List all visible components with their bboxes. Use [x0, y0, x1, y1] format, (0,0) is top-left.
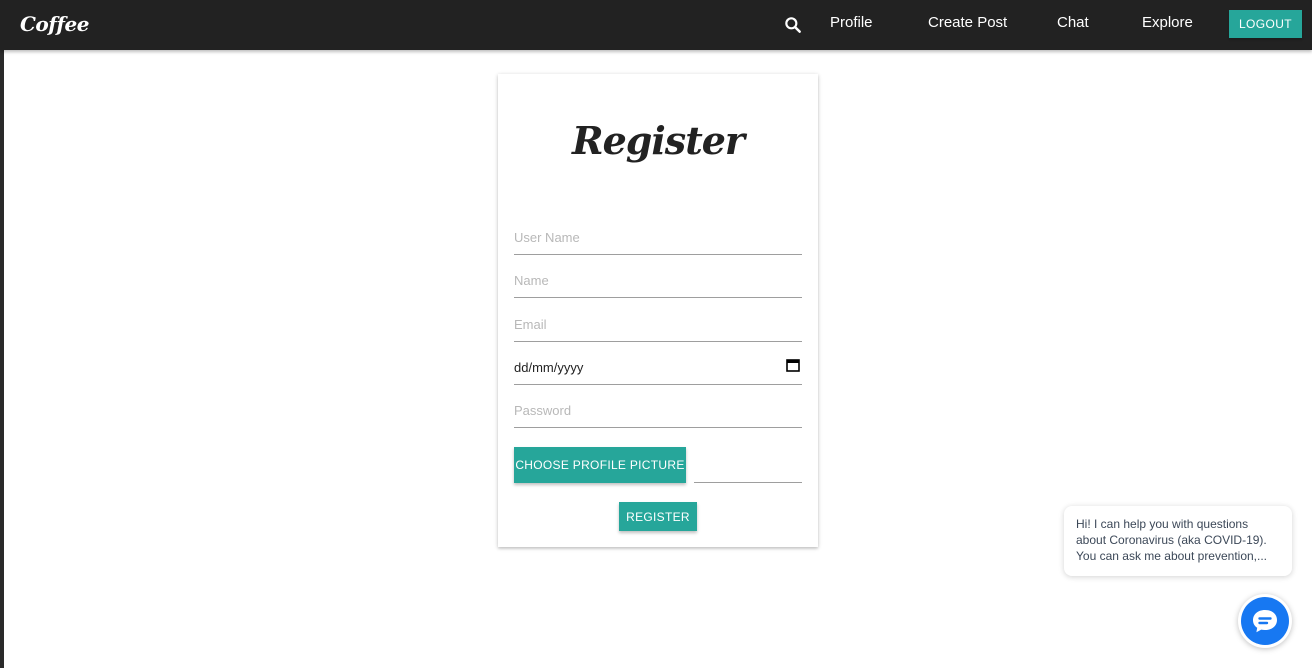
username-input[interactable]	[514, 215, 802, 254]
chat-widget-message[interactable]: Hi! I can help you with questions about …	[1064, 506, 1292, 576]
brand-logo[interactable]: Coffee	[20, 12, 89, 36]
username-field-wrapper	[514, 215, 802, 255]
chat-widget-text: Hi! I can help you with questions about …	[1076, 517, 1268, 563]
nav-link-chat[interactable]: Chat	[1057, 14, 1089, 31]
register-button[interactable]: Register	[619, 502, 697, 531]
logout-button[interactable]: Logout	[1229, 10, 1302, 38]
date-of-birth-field[interactable]: dd/mm/yyyy	[514, 345, 802, 385]
left-edge-strip	[0, 50, 4, 668]
date-input-value: dd/mm/yyyy	[514, 360, 584, 375]
email-input[interactable]	[514, 302, 802, 341]
chat-bubble-icon	[1253, 610, 1277, 633]
page-title: Register	[572, 118, 745, 163]
name-field-wrapper	[514, 258, 802, 298]
password-field-wrapper	[514, 388, 802, 428]
chat-widget-button-face	[1241, 597, 1289, 645]
search-icon[interactable]	[783, 15, 803, 35]
name-input[interactable]	[514, 258, 802, 297]
nav-link-explore[interactable]: Explore	[1142, 14, 1193, 31]
calendar-icon[interactable]	[786, 358, 800, 372]
password-input[interactable]	[514, 388, 802, 427]
email-field-wrapper	[514, 302, 802, 342]
nav-link-create-post[interactable]: Create Post	[928, 14, 1007, 31]
file-path-input[interactable]	[694, 454, 802, 483]
register-card: Register dd/mm/yyyy Choose Profile Pictu…	[498, 74, 818, 547]
nav-link-profile[interactable]: Profile	[830, 14, 873, 31]
chat-widget-button[interactable]	[1238, 594, 1292, 648]
navbar: Coffee Profile Create Post Chat Explore …	[0, 0, 1312, 50]
choose-profile-picture-button[interactable]: Choose Profile Picture	[514, 447, 686, 483]
